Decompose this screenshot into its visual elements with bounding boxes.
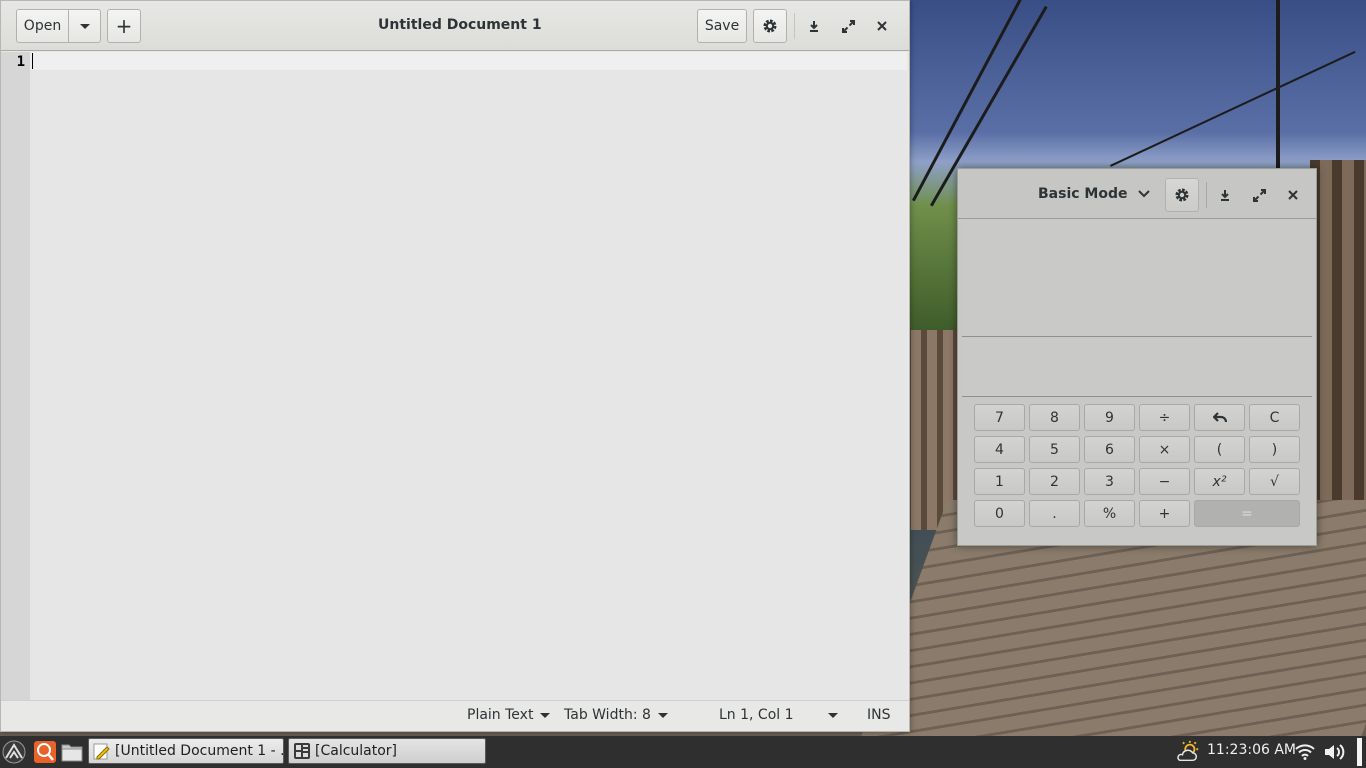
- line-number-gutter: 1: [1, 52, 30, 700]
- key-0[interactable]: 0: [974, 500, 1025, 527]
- minimize-button[interactable]: [1210, 180, 1240, 210]
- show-desktop-button[interactable]: [1357, 738, 1362, 766]
- close-icon: [877, 21, 887, 31]
- mode-label: Basic Mode: [1038, 186, 1128, 202]
- taskbar: [Untitled Document 1 - ... [Calculator] …: [0, 736, 1366, 768]
- tab-width-label: Tab Width: 8: [564, 707, 651, 723]
- key-square-root[interactable]: √: [1249, 468, 1300, 495]
- undo-button[interactable]: [1194, 404, 1245, 431]
- key-7[interactable]: 7: [974, 404, 1025, 431]
- file-manager-launcher[interactable]: [60, 740, 84, 764]
- separator: [1206, 182, 1207, 208]
- calculator-window: Basic Mode 7 8 9 ÷ C 4 5 6 × ( ) 1 2 3 −…: [957, 168, 1317, 546]
- start-menu-icon: [2, 740, 26, 764]
- close-button[interactable]: [1278, 180, 1308, 210]
- mode-selector[interactable]: Basic Mode: [1038, 186, 1151, 202]
- chevron-down-icon: [79, 23, 90, 29]
- minimize-icon: [1221, 190, 1229, 201]
- gear-icon: [763, 19, 777, 33]
- weather-indicator[interactable]: [1176, 740, 1200, 764]
- language-label: Plain Text: [467, 707, 534, 723]
- key-2[interactable]: 2: [1029, 468, 1080, 495]
- key-subtract[interactable]: −: [1139, 468, 1190, 495]
- volume-icon: [1325, 744, 1345, 760]
- insert-mode-indicator[interactable]: INS: [867, 707, 891, 723]
- key-add[interactable]: +: [1139, 500, 1190, 527]
- text-editor-icon: [93, 743, 110, 760]
- key-decimal[interactable]: .: [1029, 500, 1080, 527]
- line-number: 1: [16, 54, 25, 70]
- menu-button[interactable]: [753, 9, 787, 43]
- taskbar-task-editor[interactable]: [Untitled Document 1 - ...: [88, 738, 284, 764]
- clock[interactable]: 11:23:06 AM: [1207, 742, 1296, 758]
- open-recent-dropdown-button[interactable]: [68, 9, 101, 43]
- cursor-position-selector[interactable]: Ln 1, Col 1: [719, 707, 838, 723]
- close-button[interactable]: [867, 11, 897, 41]
- text-cursor: [32, 53, 33, 69]
- minimize-button[interactable]: [799, 11, 829, 41]
- text-editor-window: Open + Untitled Document 1 Save 1 Plain …: [0, 0, 910, 732]
- search-app-icon: [34, 741, 56, 763]
- taskbar-task-label: [Untitled Document 1 - ...: [115, 743, 284, 759]
- text-area[interactable]: [30, 52, 907, 700]
- chevron-down-icon: [1138, 190, 1151, 198]
- key-6[interactable]: 6: [1084, 436, 1135, 463]
- maximize-button[interactable]: [1244, 180, 1274, 210]
- tab-width-selector[interactable]: Tab Width: 8: [564, 707, 668, 723]
- key-equals[interactable]: =: [1194, 500, 1300, 527]
- language-selector[interactable]: Plain Text: [467, 707, 551, 723]
- close-icon: [1288, 190, 1298, 200]
- new-tab-button[interactable]: +: [107, 9, 141, 43]
- file-manager-icon: [61, 744, 83, 762]
- key-8[interactable]: 8: [1029, 404, 1080, 431]
- wifi-icon: [1295, 744, 1315, 760]
- weather-icon: [1177, 740, 1199, 762]
- volume-indicator[interactable]: [1324, 740, 1348, 764]
- equation-history-display: [962, 219, 1312, 337]
- maximize-icon: [841, 19, 855, 33]
- save-button[interactable]: Save: [697, 9, 747, 43]
- key-5[interactable]: 5: [1029, 436, 1080, 463]
- chevron-down-icon: [540, 712, 551, 718]
- status-bar: Plain Text Tab Width: 8 Ln 1, Col 1 INS: [1, 700, 909, 731]
- chevron-down-icon: [657, 712, 668, 718]
- chevron-down-icon: [827, 712, 838, 718]
- key-percent[interactable]: %: [1084, 500, 1135, 527]
- key-4[interactable]: 4: [974, 436, 1025, 463]
- editor-headerbar: Open + Untitled Document 1 Save: [1, 1, 909, 51]
- key-3[interactable]: 3: [1084, 468, 1135, 495]
- calculator-menu-button[interactable]: [1165, 178, 1199, 212]
- calculator-headerbar: Basic Mode: [958, 169, 1316, 219]
- key-multiply[interactable]: ×: [1139, 436, 1190, 463]
- key-open-paren[interactable]: (: [1194, 436, 1245, 463]
- calculator-icon: [294, 743, 310, 759]
- search-app-launcher[interactable]: [33, 740, 57, 764]
- minimize-icon: [810, 21, 818, 32]
- key-clear[interactable]: C: [1249, 404, 1300, 431]
- bridge-cable: [1110, 50, 1356, 167]
- network-indicator[interactable]: [1293, 740, 1317, 764]
- maximize-button[interactable]: [833, 11, 863, 41]
- taskbar-task-calculator[interactable]: [Calculator]: [288, 738, 486, 764]
- separator: [794, 13, 795, 39]
- maximize-icon: [1252, 188, 1266, 202]
- key-divide[interactable]: ÷: [1139, 404, 1190, 431]
- equation-input[interactable]: [962, 338, 1312, 397]
- taskbar-task-label: [Calculator]: [315, 743, 398, 759]
- open-button[interactable]: Open: [16, 9, 69, 43]
- start-menu-button[interactable]: [2, 740, 26, 764]
- undo-icon: [1212, 411, 1227, 422]
- current-line-highlight: [30, 52, 907, 70]
- window-title: Untitled Document 1: [378, 17, 542, 33]
- gear-icon: [1175, 188, 1189, 202]
- bridge-cable: [1276, 0, 1280, 170]
- key-close-paren[interactable]: ): [1249, 436, 1300, 463]
- cursor-position-label: Ln 1, Col 1: [719, 707, 794, 723]
- key-square[interactable]: x²: [1194, 468, 1245, 495]
- key-9[interactable]: 9: [1084, 404, 1135, 431]
- key-1[interactable]: 1: [974, 468, 1025, 495]
